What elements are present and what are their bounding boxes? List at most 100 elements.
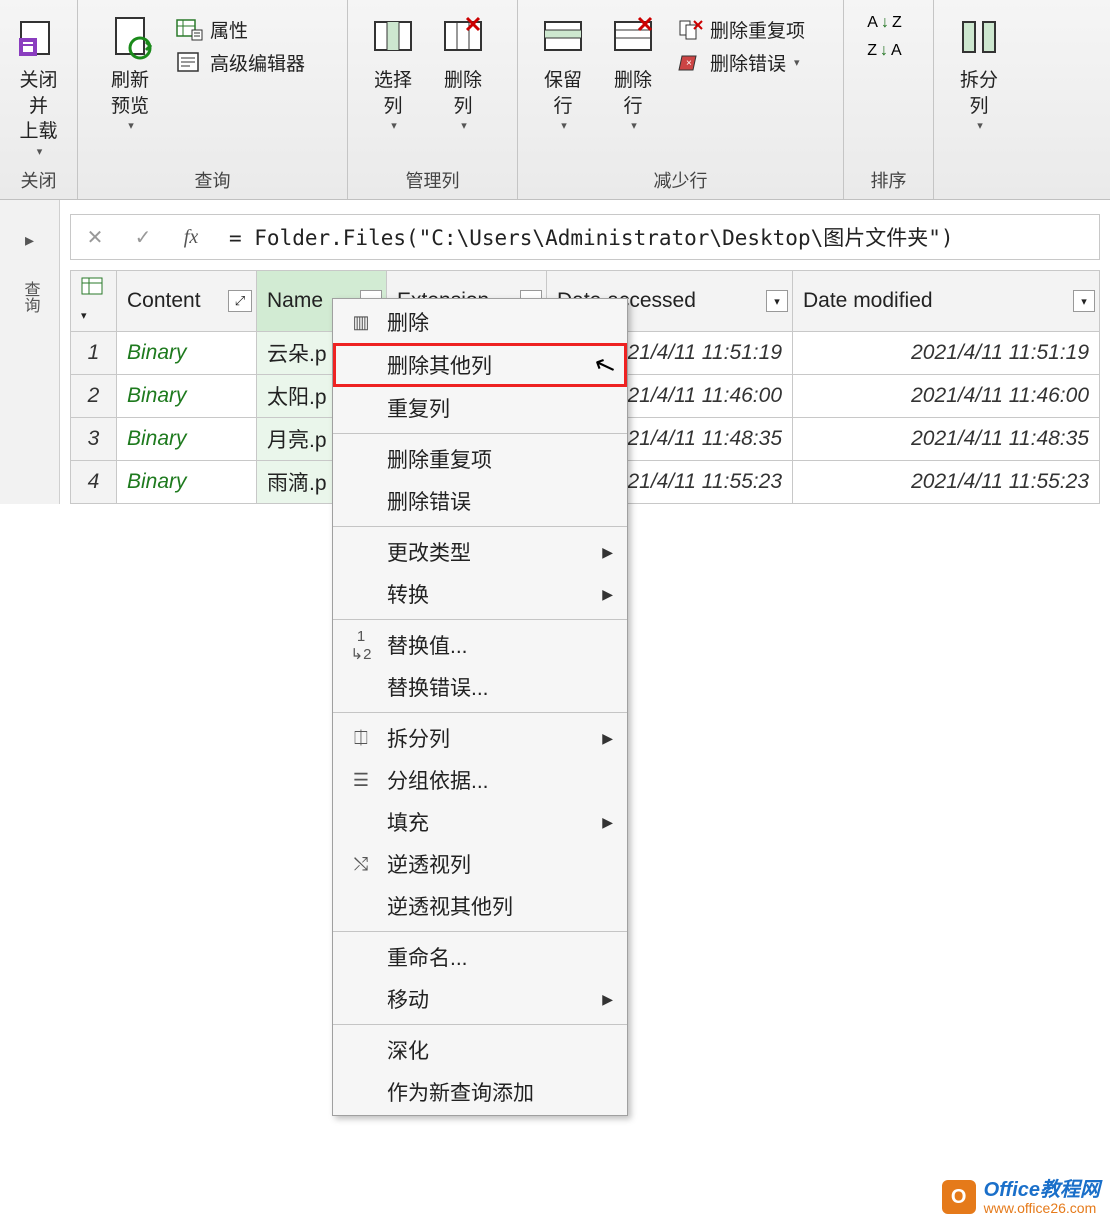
group-label-manage: 管理列	[348, 164, 517, 199]
menu-separator	[333, 526, 627, 527]
row-number: 1	[71, 332, 117, 375]
cm-transform[interactable]: 转换▶	[333, 573, 627, 615]
remove-dup-label: 删除重复项	[710, 16, 805, 43]
cell-content: Binary	[117, 461, 257, 504]
delete-rows-button[interactable]: 删除 行▾	[598, 10, 668, 136]
cm-remove-errors[interactable]: 删除错误	[333, 480, 627, 522]
dropdown-arrow-icon: ▾	[631, 119, 637, 132]
ribbon-group-sort: A↓Z Z↓A 排序	[844, 0, 934, 199]
cm-group-by[interactable]: ☰分组依据...	[333, 759, 627, 801]
cm-drill-down[interactable]: 深化	[333, 1029, 627, 1071]
watermark-url: www.office26.com	[984, 1201, 1100, 1216]
submenu-arrow-icon: ▶	[602, 544, 613, 561]
ribbon-group-close: 关闭并 上载▾ 关闭	[0, 0, 78, 199]
close-and-load-button[interactable]: 关闭并 上载▾	[10, 10, 67, 162]
delete-rows-icon	[609, 14, 657, 62]
remove-duplicates-button[interactable]: 删除重复项	[678, 16, 805, 43]
keep-rows-icon	[539, 14, 587, 62]
cell-date-modified: 2021/4/11 11:48:35	[793, 418, 1100, 461]
properties-icon	[176, 18, 204, 42]
remove-err-label: 删除错误	[710, 49, 786, 76]
filter-icon[interactable]: ▾	[766, 290, 788, 312]
dropdown-arrow-icon: ▾	[561, 119, 567, 132]
sort-asc-icon: A	[867, 14, 878, 32]
delete-columns-button[interactable]: 删除 列▾	[428, 10, 498, 136]
table-corner[interactable]: ▾	[71, 271, 117, 332]
expand-icon[interactable]: ⤢	[228, 290, 252, 312]
submenu-arrow-icon: ▶	[602, 586, 613, 603]
cm-rename[interactable]: 重命名...	[333, 936, 627, 978]
cm-duplicate-col[interactable]: 重复列	[333, 387, 627, 429]
ribbon-group-manage-cols: 选择 列▾ 删除 列▾ 管理列	[348, 0, 518, 199]
cm-delete[interactable]: ▥删除	[333, 301, 627, 343]
sort-desc-icon: Z	[867, 42, 877, 60]
group-label-query: 查询	[78, 164, 347, 199]
split-col-icon	[955, 14, 1003, 62]
watermark: O Office教程网 www.office26.com	[942, 1179, 1100, 1216]
group-label-close: 关闭	[0, 164, 77, 199]
svg-text:×: ×	[686, 58, 692, 69]
cm-unpivot-other[interactable]: 逆透视其他列	[333, 885, 627, 927]
menu-separator	[333, 619, 627, 620]
dropdown-arrow-icon: ▾	[794, 56, 800, 69]
sort-desc-button[interactable]: Z↓A	[867, 42, 901, 60]
close-load-label: 关闭并 上载	[12, 68, 65, 145]
cm-remove-duplicates[interactable]: 删除重复项	[333, 438, 627, 480]
ribbon: 关闭并 上载▾ 关闭 刷新 预览▾ 属性 高级编辑器 查询	[0, 0, 1110, 200]
cm-replace-errors[interactable]: 替换错误...	[333, 666, 627, 708]
submenu-arrow-icon: ▶	[602, 991, 613, 1008]
cm-replace-values[interactable]: 1↳2替换值...	[333, 624, 627, 666]
select-columns-button[interactable]: 选择 列▾	[358, 10, 428, 136]
filter-icon[interactable]: ▾	[1073, 290, 1095, 312]
formula-accept-button[interactable]: ✓	[119, 225, 167, 250]
group-label-split	[934, 190, 1110, 199]
replace-icon: 1↳2	[347, 628, 375, 663]
submenu-arrow-icon: ▶	[602, 814, 613, 831]
dropdown-arrow-icon: ▾	[461, 119, 467, 132]
watermark-title: Office教程网	[984, 1179, 1100, 1201]
cm-unpivot[interactable]: ⤭逆透视列	[333, 843, 627, 885]
refresh-icon	[106, 14, 154, 62]
formula-cancel-button[interactable]: ✕	[71, 225, 119, 250]
table-icon	[81, 277, 103, 295]
split-icon: ⎅	[347, 728, 375, 749]
delete-col-icon: ▥	[347, 312, 375, 333]
row-number: 2	[71, 375, 117, 418]
formula-fx-icon[interactable]: fx	[167, 226, 215, 249]
side-panel-label: 查询	[18, 281, 42, 313]
menu-separator	[333, 931, 627, 932]
cell-content: Binary	[117, 418, 257, 461]
sort-asc-button[interactable]: A↓Z	[867, 14, 901, 32]
remove-errors-button[interactable]: × 删除错误 ▾	[678, 49, 805, 76]
side-expand-icon[interactable]: ▸	[25, 230, 34, 251]
advanced-editor-label: 高级编辑器	[210, 49, 305, 76]
remove-err-icon: ×	[678, 52, 704, 74]
keep-rows-button[interactable]: 保留 行▾	[528, 10, 598, 136]
advanced-editor-button[interactable]: 高级编辑器	[176, 49, 305, 76]
col-header-content[interactable]: Content⤢	[117, 271, 257, 332]
group-label-sort: 排序	[844, 164, 933, 199]
cm-add-as-query[interactable]: 作为新查询添加	[333, 1071, 627, 1113]
cm-move[interactable]: 移动▶	[333, 978, 627, 1020]
select-cols-label: 选择 列	[374, 68, 412, 119]
cell-date-modified: 2021/4/11 11:46:00	[793, 375, 1100, 418]
split-column-button[interactable]: 拆分 列▾	[944, 10, 1014, 136]
cell-date-modified: 2021/4/11 11:51:19	[793, 332, 1100, 375]
editor-icon	[176, 51, 204, 75]
row-number: 4	[71, 461, 117, 504]
properties-label: 属性	[210, 16, 248, 43]
refresh-preview-button[interactable]: 刷新 预览▾	[88, 10, 172, 136]
submenu-arrow-icon: ▶	[602, 730, 613, 747]
formula-text[interactable]: = Folder.Files("C:\Users\Administrator\D…	[215, 222, 954, 252]
cell-content: Binary	[117, 375, 257, 418]
cm-change-type[interactable]: 更改类型▶	[333, 531, 627, 573]
ribbon-group-split: 拆分 列▾	[934, 0, 1110, 199]
col-header-date-modified[interactable]: Date modified▾	[793, 271, 1100, 332]
properties-button[interactable]: 属性	[176, 16, 305, 43]
context-menu: ▥删除 删除其他列 重复列 删除重复项 删除错误 更改类型▶ 转换▶ 1↳2替换…	[332, 298, 628, 1116]
menu-separator	[333, 712, 627, 713]
cm-fill[interactable]: 填充▶	[333, 801, 627, 843]
cm-split-column[interactable]: ⎅拆分列▶	[333, 717, 627, 759]
cm-delete-other-cols[interactable]: 删除其他列	[333, 343, 627, 387]
group-label-reduce: 减少行	[518, 164, 843, 199]
